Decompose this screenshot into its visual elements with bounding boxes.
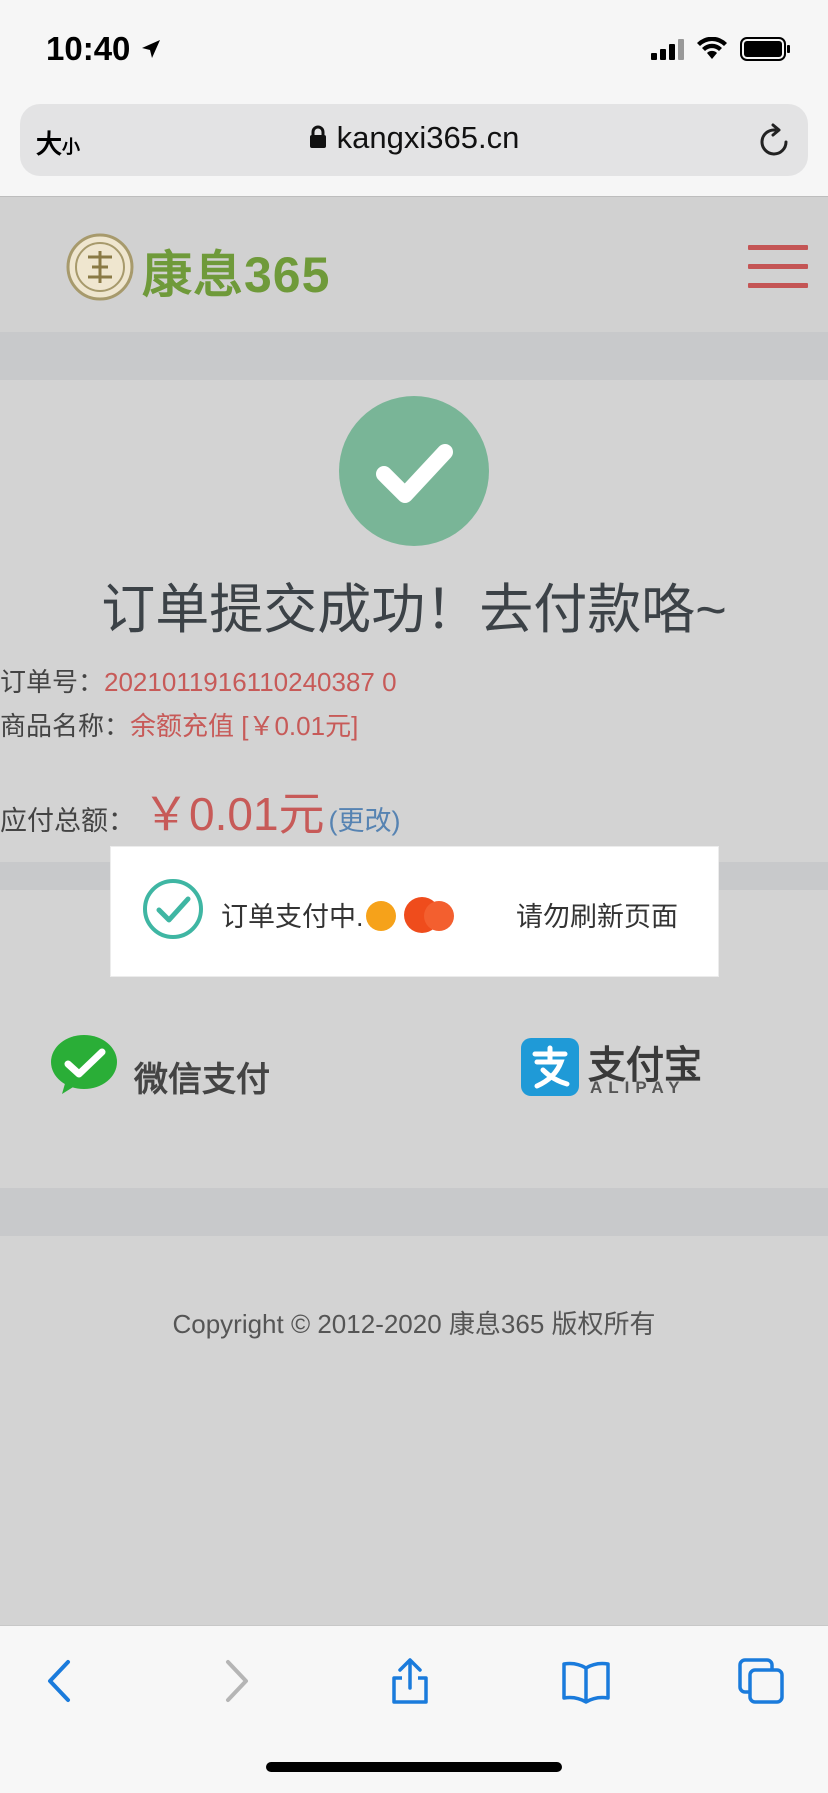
amount-value: ￥0.01元: [143, 788, 325, 840]
share-icon[interactable]: [388, 1656, 432, 1706]
success-check-icon: [339, 396, 489, 546]
status-time: 10:40: [46, 30, 131, 67]
location-arrow-icon: [142, 40, 160, 58]
success-title: 订单提交成功！去付款咯~: [101, 580, 727, 640]
lock-icon: [309, 125, 326, 148]
site-header: 康息365: [0, 197, 828, 332]
back-icon[interactable]: [40, 1656, 80, 1706]
product-name-label: 商品名称：: [0, 711, 131, 741]
safari-address-bar: 大小 kangxi365.cn: [0, 98, 828, 197]
amount-label: 应付总额：: [0, 806, 135, 836]
product-name-row: 商品名称：余额充值 [￥0.01元]: [0, 706, 358, 743]
alipay-english-label: ALIPAY: [590, 1078, 686, 1097]
payment-status-toast: 订单支付中. 请勿刷新页面: [110, 846, 719, 977]
wechat-pay-icon[interactable]: [50, 1034, 120, 1098]
loading-dots-icon: [366, 897, 466, 937]
logo-text: 康息365: [142, 247, 331, 303]
product-name-value: 余额充值 [￥0.01元]: [130, 711, 359, 741]
copyright-text: Copyright © 2012-2020 康息365 版权所有: [172, 1309, 656, 1339]
amount-row: 应付总额： ￥0.01元 (更改): [0, 778, 401, 844]
url-field[interactable]: 大小 kangxi365.cn: [20, 104, 808, 176]
status-icons: [651, 36, 792, 62]
tabs-icon[interactable]: [736, 1656, 786, 1706]
hamburger-menu-icon[interactable]: [748, 245, 808, 302]
toast-message: 订单支付中.: [221, 902, 364, 932]
wifi-icon: [697, 37, 727, 59]
bookmarks-icon[interactable]: [560, 1656, 612, 1706]
forward-icon[interactable]: [216, 1656, 256, 1706]
url-display[interactable]: kangxi365.cn: [20, 120, 808, 156]
home-indicator: [266, 1762, 562, 1772]
toast-note: 请勿刷新页面: [516, 902, 678, 932]
status-bar: 10:40: [0, 0, 828, 98]
wechat-pay-label[interactable]: 微信支付: [134, 1052, 270, 1101]
order-number-row: 订单号：2021011916110240387 0: [0, 662, 397, 699]
order-number-value: 2021011916110240387 0: [104, 667, 397, 697]
toast-check-icon: [143, 879, 203, 939]
header-divider-band: [0, 332, 828, 380]
battery-icon: [740, 37, 790, 61]
order-number-label: 订单号：: [0, 667, 105, 697]
cellular-signal-icon: [651, 38, 684, 60]
reload-icon[interactable]: [758, 122, 792, 158]
alipay-icon[interactable]: [521, 1038, 579, 1096]
url-domain: kangxi365.cn: [336, 120, 520, 155]
change-amount-link[interactable]: (更改): [329, 806, 401, 836]
logo-icon: [66, 233, 134, 301]
payment-divider-band: [0, 1188, 828, 1236]
